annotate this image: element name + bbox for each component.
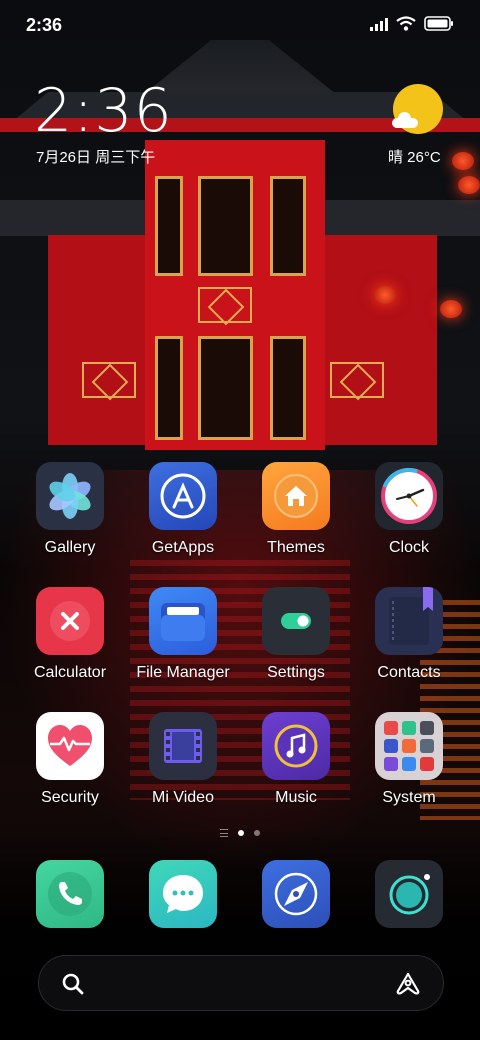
wifi-icon xyxy=(396,16,416,31)
music-icon xyxy=(262,712,330,780)
app-themes[interactable]: Themes xyxy=(240,462,352,557)
app-label: Themes xyxy=(267,539,325,556)
gallery-icon xyxy=(36,462,104,530)
system-folder-icon xyxy=(375,712,443,780)
messaging-icon xyxy=(149,860,217,928)
security-icon xyxy=(36,712,104,780)
home-clock[interactable]: 2:36 xyxy=(34,76,173,146)
app-label: System xyxy=(382,789,436,806)
app-mi-video[interactable]: Mi Video xyxy=(127,712,239,807)
app-clock[interactable]: Clock xyxy=(353,462,465,557)
app-calculator[interactable]: Calculator xyxy=(14,587,126,682)
search-bar[interactable] xyxy=(38,955,444,1011)
app-label: Calculator xyxy=(33,664,107,681)
search-icon[interactable] xyxy=(61,972,85,1001)
getapps-icon xyxy=(149,462,217,530)
dock-phone[interactable] xyxy=(14,860,126,928)
phone-icon xyxy=(36,860,104,928)
clock-icon xyxy=(375,462,443,530)
app-getapps[interactable]: GetApps xyxy=(127,462,239,557)
status-bar: 2:36 xyxy=(0,0,480,50)
dock-messaging[interactable] xyxy=(127,860,239,928)
mi-video-icon xyxy=(149,712,217,780)
battery-icon xyxy=(424,16,454,31)
app-label: File Manager xyxy=(136,664,230,681)
page-indicator[interactable] xyxy=(0,829,480,837)
file-manager-icon xyxy=(149,587,217,655)
dock-browser[interactable] xyxy=(240,860,352,928)
app-label: Security xyxy=(41,789,99,806)
calculator-icon xyxy=(36,587,104,655)
app-label: Music xyxy=(275,789,317,806)
app-label: Gallery xyxy=(44,539,96,556)
app-system-folder[interactable]: System xyxy=(353,712,465,807)
signal-icon xyxy=(370,17,388,31)
app-music[interactable]: Music xyxy=(240,712,352,807)
dock-camera[interactable] xyxy=(353,860,465,928)
contacts-icon xyxy=(375,587,443,655)
app-list-icon[interactable] xyxy=(220,829,228,837)
status-time: 2:36 xyxy=(26,15,63,35)
themes-icon xyxy=(262,462,330,530)
date-text[interactable]: 7月26日 周三下午 xyxy=(36,146,155,167)
status-icons xyxy=(370,16,454,31)
cloud-icon xyxy=(392,112,418,128)
page-dot-active[interactable] xyxy=(238,830,244,836)
app-gallery[interactable]: Gallery xyxy=(14,462,126,557)
browser-icon xyxy=(262,860,330,928)
weather-text[interactable]: 晴 26°C xyxy=(388,146,441,167)
app-label: Settings xyxy=(267,664,325,681)
app-label: Mi Video xyxy=(152,789,214,806)
settings-icon xyxy=(262,587,330,655)
app-file-manager[interactable]: File Manager xyxy=(127,587,239,682)
app-contacts[interactable]: Contacts xyxy=(353,587,465,682)
assistant-icon[interactable] xyxy=(395,972,421,1001)
app-label: Contacts xyxy=(377,664,441,681)
app-label: Clock xyxy=(388,539,429,556)
page-dot[interactable] xyxy=(254,830,260,836)
app-settings[interactable]: Settings xyxy=(240,587,352,682)
app-label: GetApps xyxy=(151,539,215,556)
app-security[interactable]: Security xyxy=(14,712,126,807)
camera-icon xyxy=(375,860,443,928)
